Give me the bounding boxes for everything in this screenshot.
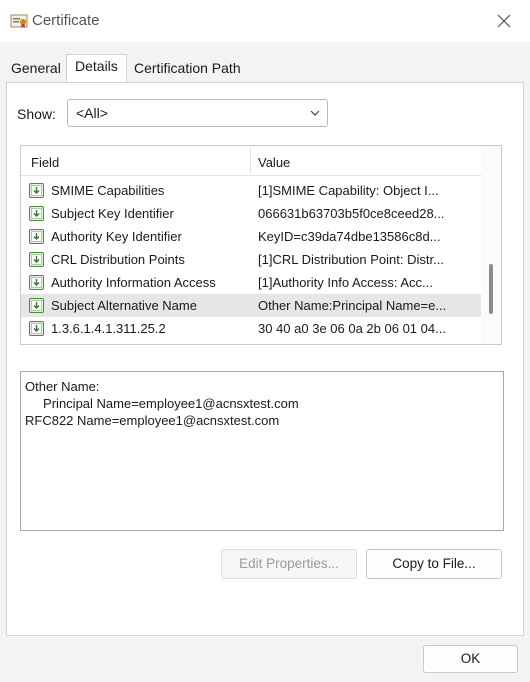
row-value: [1]SMIME Capability: Object I... — [258, 183, 439, 198]
field-list[interactable]: Field Value SMIME Capabilities [1]SMIME C… — [20, 145, 502, 345]
list-scrollbar[interactable] — [481, 146, 501, 344]
column-divider[interactable] — [250, 148, 251, 174]
certificate-field-icon — [28, 205, 45, 222]
row-value: Digital Signature, Key Encipher... — [258, 344, 480, 345]
tab-details[interactable]: Details — [66, 54, 127, 84]
list-item[interactable]: Subject Alternative Name Other Name:Princ… — [21, 294, 483, 317]
row-field: Authority Information Access — [51, 275, 216, 290]
scrollbar-thumb[interactable] — [489, 264, 493, 314]
certificate-field-icon — [28, 251, 45, 268]
ok-button[interactable]: OK — [423, 645, 518, 673]
dialog-body: General Details Certification Path Show:… — [0, 42, 530, 682]
row-field: Key Usage — [51, 344, 247, 345]
row-value: 30 40 a0 3e 06 0a 2b 06 01 04... — [258, 321, 446, 336]
column-header-field[interactable]: Field — [31, 155, 59, 170]
list-item[interactable]: Authority Key Identifier KeyID=c39da74dbe… — [21, 225, 483, 248]
detail-text-box[interactable]: Other Name: Principal Name=employee1@acn… — [20, 371, 504, 531]
list-item[interactable]: Subject Key Identifier 066631b63703b5f0ce… — [21, 202, 483, 225]
certificate-field-icon — [28, 274, 45, 291]
list-item[interactable]: SMIME Capabilities [1]SMIME Capability: O… — [21, 179, 483, 202]
chevron-down-icon — [310, 110, 320, 116]
tab-general[interactable]: General — [11, 60, 61, 76]
edit-properties-button[interactable]: Edit Properties... — [221, 549, 357, 579]
list-rows: SMIME Capabilities [1]SMIME Capability: O… — [21, 179, 483, 345]
certificate-field-icon — [28, 228, 45, 245]
column-header-value[interactable]: Value — [258, 155, 290, 170]
certificate-field-icon — [28, 297, 45, 314]
row-field: Subject Key Identifier — [51, 206, 174, 221]
row-value: 066631b63703b5f0ce8ceed28... — [258, 206, 445, 221]
row-field: SMIME Capabilities — [51, 183, 165, 198]
row-value: [1]Authority Info Access: Acc... — [258, 275, 433, 290]
tab-certification-path[interactable]: Certification Path — [134, 60, 241, 76]
certificate-field-icon — [28, 320, 45, 337]
window-title: Certificate — [32, 12, 100, 29]
row-value: [1]CRL Distribution Point: Distr... — [258, 252, 444, 267]
certificate-field-icon — [28, 343, 45, 344]
list-item[interactable]: Key Usage Digital Signature, Key Encipher… — [21, 340, 483, 345]
row-field: Authority Key Identifier — [51, 229, 182, 244]
details-panel: Show: <All> Field Value SMIME Capabiliti… — [6, 82, 524, 636]
list-item[interactable]: CRL Distribution Points [1]CRL Distributi… — [21, 248, 483, 271]
row-value: KeyID=c39da74dbe13586c8d... — [258, 229, 441, 244]
row-value: Other Name:Principal Name=e... — [258, 298, 447, 313]
list-item[interactable]: Authority Information Access [1]Authority… — [21, 271, 483, 294]
show-label: Show: — [17, 106, 56, 122]
title-bar: Certificate — [0, 0, 530, 42]
list-item[interactable]: 1.3.6.1.4.1.311.25.2 30 40 a0 3e 06 0a 2b… — [21, 317, 483, 340]
row-field: Subject Alternative Name — [51, 298, 197, 313]
show-selected-value: <All> — [76, 105, 108, 121]
certificate-field-icon — [28, 182, 45, 199]
copy-to-file-button[interactable]: Copy to File... — [366, 549, 502, 579]
row-field: 1.3.6.1.4.1.311.25.2 — [51, 321, 166, 336]
list-header: Field Value — [21, 146, 483, 176]
close-button[interactable] — [492, 9, 516, 33]
show-dropdown[interactable]: <All> — [67, 99, 328, 127]
close-icon — [497, 14, 511, 28]
certificate-icon — [10, 14, 28, 28]
row-field: CRL Distribution Points — [51, 252, 185, 267]
